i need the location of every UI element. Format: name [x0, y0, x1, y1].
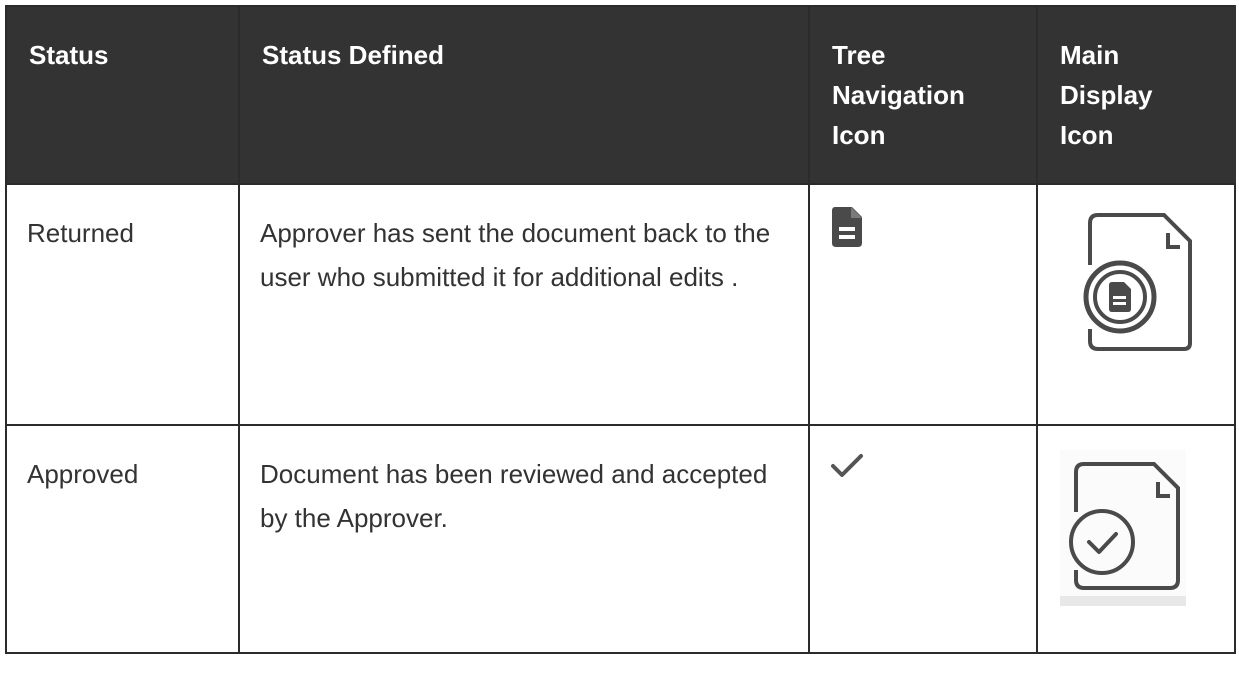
status-cell: Returned [5, 183, 240, 426]
document-lines-icon [830, 205, 1016, 262]
table-row: Returned Approver has sent the document … [5, 183, 1236, 426]
tree-icon-cell [808, 183, 1038, 426]
main-icon-cell [1036, 424, 1236, 654]
main-icon-cell [1036, 183, 1236, 426]
status-defined-cell: Document has been reviewed and accepted … [238, 424, 810, 654]
checkmark-icon [830, 448, 1016, 492]
status-defined-cell: Approver has sent the document back to t… [238, 183, 810, 426]
status-table: Status Status Defined Tree Navigation Ic… [5, 5, 1236, 654]
document-returned-icon [1068, 207, 1214, 370]
status-cell: Approved [5, 424, 240, 654]
header-row: Status Status Defined Tree Navigation Ic… [5, 5, 1236, 185]
header-status: Status [5, 5, 240, 185]
document-approved-icon [1058, 450, 1214, 619]
header-tree-navigation-icon: Tree Navigation Icon [808, 5, 1038, 185]
header-main-display-icon: Main Display Icon [1036, 5, 1236, 185]
table-row: Approved Document has been reviewed and … [5, 424, 1236, 654]
header-status-defined: Status Defined [238, 5, 810, 185]
tree-icon-cell [808, 424, 1038, 654]
